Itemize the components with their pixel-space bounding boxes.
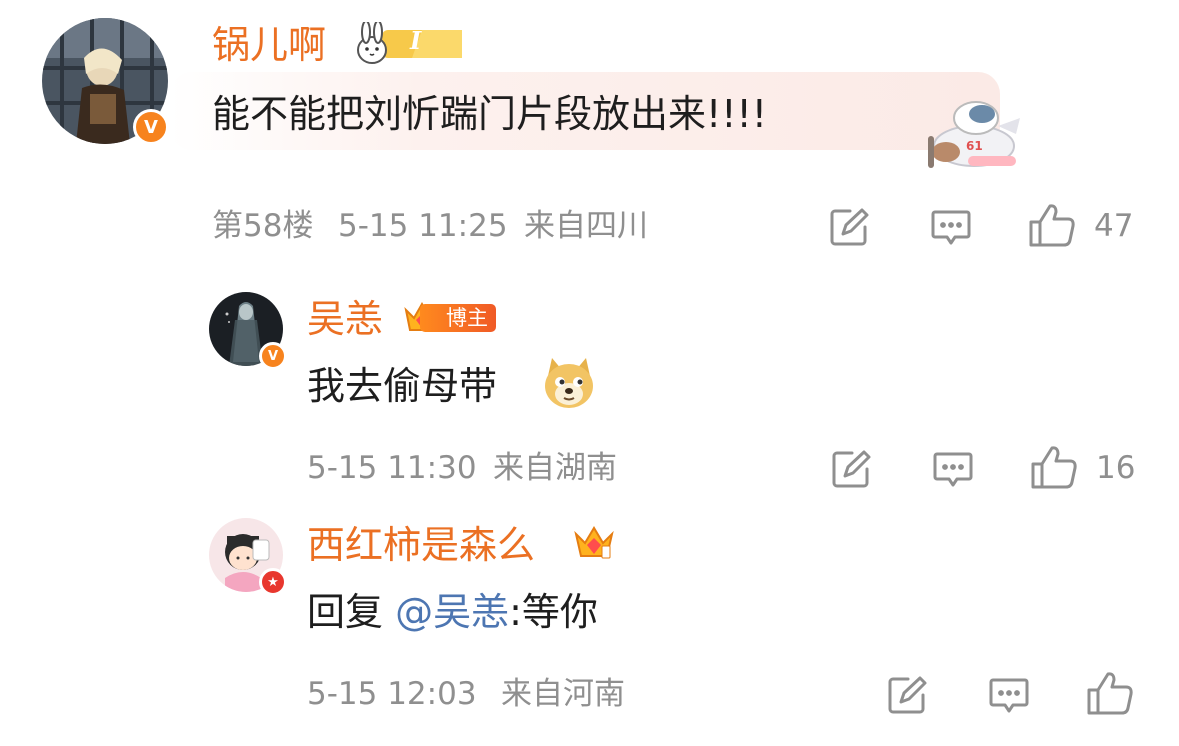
like-count: 16 [1096,450,1136,486]
comment-icon[interactable] [930,208,972,248]
like-count: 47 [1094,208,1134,244]
level-badge-text: I [410,26,422,55]
username[interactable]: 西红柿是森么 [307,522,535,568]
repost-icon[interactable] [886,674,928,716]
comment-icon[interactable] [988,676,1030,716]
location: 来自四川 [524,208,648,244]
comment-icon[interactable] [932,450,974,490]
like-icon[interactable] [1086,670,1134,716]
verified-badge-icon: V [133,109,169,145]
repost-icon[interactable] [830,448,872,490]
username[interactable]: 吴恙 [307,296,383,342]
rabbit-badge-icon [352,20,464,66]
svg-text:61: 61 [966,139,983,153]
location: 来自河南 [501,676,625,712]
timestamp: 5-15 12:03 [307,676,477,712]
star-badge-icon: ★ [259,568,287,596]
like-icon[interactable] [1030,444,1078,490]
timestamp: 5-15 11:30 [307,450,477,486]
reply-prefix: 回复 [307,590,396,634]
plane-sticker: 61 [916,96,1022,178]
like-icon[interactable] [1028,202,1076,248]
reply-text: 我去偷母带 [307,364,498,408]
timestamp: 5-15 11:25 [338,208,508,244]
username[interactable]: 锅儿啊 [212,22,326,68]
repost-icon[interactable] [828,206,870,248]
blogger-tag: 博主 [420,304,496,332]
crown-icon [572,522,616,564]
location: 来自湖南 [493,450,617,486]
floor-label: 第58楼 [212,208,314,244]
reply-text: 回复 @吴恙:等你 [307,588,598,636]
comment-text: 能不能把刘忻踹门片段放出来!!!! [212,92,767,136]
doge-emoji [542,354,596,410]
reply-suffix: :等你 [509,590,598,634]
mention-link[interactable]: @吴恙 [395,590,509,634]
verified-badge-icon: V [259,342,287,370]
